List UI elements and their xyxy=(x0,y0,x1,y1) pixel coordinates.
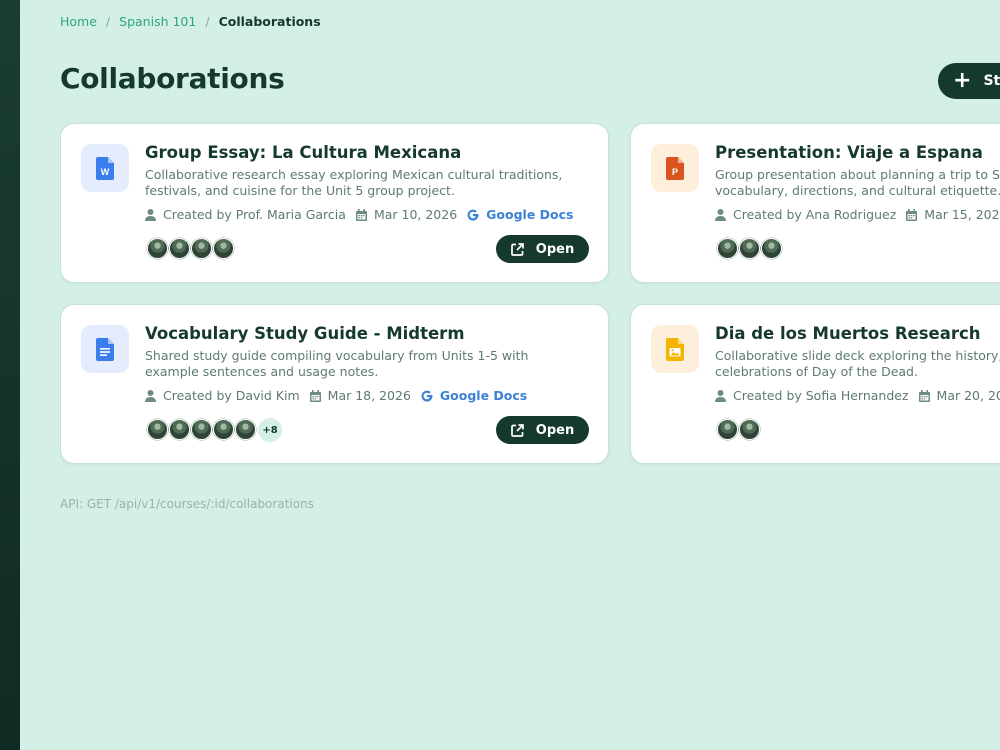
card-date: Mar 18, 2026 xyxy=(327,388,411,403)
card-description: Group presentation about planning a trip… xyxy=(715,167,1000,198)
google-icon xyxy=(467,209,479,221)
avatar xyxy=(717,419,738,440)
breadcrumb-current: Collaborations xyxy=(218,14,321,29)
collaboration-card[interactable]: P Presentation: Viaje a Espana Group pre… xyxy=(630,123,1000,283)
calendar-icon xyxy=(309,389,321,402)
user-icon xyxy=(715,208,726,221)
avatar xyxy=(191,238,212,259)
breadcrumb: Home / Spanish 101 / Collaborations xyxy=(60,14,321,29)
card-date: Mar 20, 2026 xyxy=(936,388,1000,403)
google-slides-icon xyxy=(651,325,699,373)
api-endpoint-note: API: GET /api/v1/courses/:id/collaborati… xyxy=(60,497,314,511)
svg-text:W: W xyxy=(101,167,110,177)
calendar-icon xyxy=(355,208,367,221)
start-collaboration-button[interactable]: + Start xyxy=(938,63,1000,99)
calendar-icon xyxy=(906,208,918,221)
powerpoint-icon: P xyxy=(651,144,699,192)
avatar xyxy=(739,419,760,440)
avatar xyxy=(147,419,168,440)
user-icon xyxy=(715,389,726,402)
collaboration-card[interactable]: W Group Essay: La Cultura Mexicana Colla… xyxy=(60,123,609,283)
external-link-icon xyxy=(510,423,524,437)
word-doc-icon: W xyxy=(81,144,129,192)
open-button[interactable]: Open xyxy=(496,235,589,263)
plus-icon: + xyxy=(953,68,972,93)
breadcrumb-separator: / xyxy=(105,14,111,29)
main-content: Home / Spanish 101 / Collaborations Coll… xyxy=(60,0,1000,750)
card-meta: Created by Sofia Hernandez Mar 20, 2026 xyxy=(715,388,1000,403)
google-doc-icon xyxy=(81,325,129,373)
collaborator-avatars xyxy=(717,419,761,440)
sidebar xyxy=(0,0,20,750)
avatar xyxy=(717,238,738,259)
collaborator-avatars: +8 xyxy=(147,418,282,442)
avatar xyxy=(169,238,190,259)
more-collaborators-badge: +8 xyxy=(258,418,282,442)
external-link-icon xyxy=(510,242,524,256)
card-description: Collaborative research essay exploring M… xyxy=(145,167,563,198)
breadcrumb-course[interactable]: Spanish 101 xyxy=(119,14,196,29)
breadcrumb-separator: / xyxy=(205,14,210,29)
open-button-label: Open xyxy=(535,422,575,438)
collaborator-avatars xyxy=(717,238,783,259)
user-icon xyxy=(145,389,156,402)
card-description: Collaborative slide deck exploring the h… xyxy=(715,348,1000,379)
user-icon xyxy=(145,208,156,221)
google-icon xyxy=(421,390,433,402)
card-title[interactable]: Presentation: Viaje a Espana xyxy=(715,143,983,162)
avatar xyxy=(761,238,782,259)
card-meta: Created by Prof. Maria Garcia Mar 10, 20… xyxy=(145,207,583,222)
card-creator: Created by Sofia Hernandez xyxy=(733,388,909,403)
avatar xyxy=(213,238,234,259)
card-creator: Created by Ana Rodriguez xyxy=(733,207,897,222)
breadcrumb-home[interactable]: Home xyxy=(60,14,97,29)
card-meta: Created by Ana Rodriguez Mar 15, 2026 xyxy=(715,207,1000,222)
open-button-label: Open xyxy=(535,241,575,257)
card-title[interactable]: Dia de los Muertos Research xyxy=(715,324,981,343)
card-date: Mar 15, 2026 xyxy=(924,207,1000,222)
calendar-icon xyxy=(918,389,930,402)
card-title[interactable]: Group Essay: La Cultura Mexicana xyxy=(145,143,461,162)
open-button[interactable]: Open xyxy=(496,416,589,444)
collaboration-card[interactable]: Vocabulary Study Guide - Midterm Shared … xyxy=(60,304,609,464)
svg-text:P: P xyxy=(672,167,678,177)
avatar xyxy=(169,419,190,440)
collaborator-avatars xyxy=(147,238,235,259)
card-source[interactable]: Google Docs xyxy=(486,207,573,222)
avatar xyxy=(191,419,212,440)
avatar xyxy=(739,238,760,259)
card-creator: Created by David Kim xyxy=(163,388,300,403)
collaboration-card[interactable]: Dia de los Muertos Research Collaborativ… xyxy=(630,304,1000,464)
card-meta: Created by David Kim Mar 18, 2026 Google… xyxy=(145,388,537,403)
card-creator: Created by Prof. Maria Garcia xyxy=(163,207,346,222)
avatar xyxy=(213,419,234,440)
card-date: Mar 10, 2026 xyxy=(373,207,458,222)
avatar xyxy=(147,238,168,259)
card-description: Shared study guide compiling vocabulary … xyxy=(145,348,529,379)
card-title[interactable]: Vocabulary Study Guide - Midterm xyxy=(145,324,465,343)
avatar xyxy=(235,419,256,440)
start-button-label: Start xyxy=(983,73,1000,89)
page-title: Collaborations xyxy=(60,62,285,95)
card-source[interactable]: Google Docs xyxy=(440,388,527,403)
